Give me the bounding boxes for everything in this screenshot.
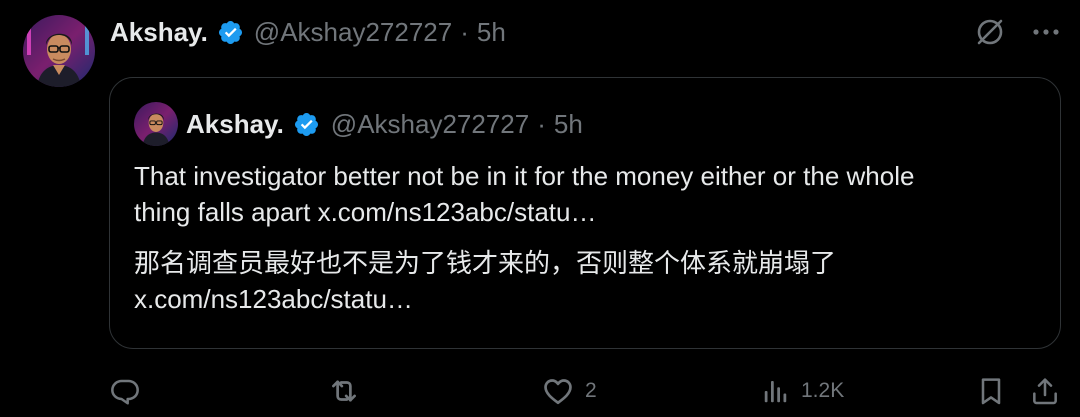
quoted-author-handle: @Akshay272727: [330, 108, 530, 139]
views-count: 1.2K: [801, 379, 845, 402]
share-icon: [1033, 378, 1057, 405]
timestamp[interactable]: 5h: [477, 17, 506, 48]
retweet-icon: [332, 380, 356, 402]
author-handle[interactable]: @Akshay272727: [254, 17, 452, 48]
verified-badge-icon[interactable]: [217, 19, 244, 46]
author-name[interactable]: Akshay.: [110, 17, 208, 48]
bookmark-button[interactable]: [975, 371, 1007, 411]
share-button[interactable]: [1029, 371, 1061, 411]
reply-button[interactable]: [109, 371, 151, 411]
quoted-text-paragraph: That investigator better not be in it fo…: [134, 158, 1034, 230]
quoted-tweet-header: Akshay. @Akshay272727 · 5h: [134, 102, 583, 146]
verified-badge-icon: [293, 111, 320, 138]
quoted-author-avatar: [134, 102, 178, 146]
bookmark-icon: [981, 378, 1001, 405]
retweet-button[interactable]: [327, 371, 371, 411]
views-icon: [764, 381, 787, 403]
translated-text-paragraph: 那名调查员最好也不是为了钱才来的，否则整个体系就崩塌了 x.com/ns123a…: [134, 245, 1034, 317]
author-avatar[interactable]: [23, 15, 95, 87]
translated-text: 那名调查员最好也不是为了钱才来的，否则整个体系就崩塌了: [134, 248, 837, 278]
tweet-top-actions: [974, 16, 1060, 48]
tweet-action-bar: 2 1.2K: [109, 371, 1061, 411]
avatar-image: [23, 15, 95, 87]
more-dots-icon[interactable]: [1032, 27, 1060, 37]
separator-dot: ·: [460, 16, 469, 47]
heart-icon: [544, 379, 572, 405]
like-count: 2: [585, 379, 597, 402]
tweet: Akshay. @Akshay272727 · 5h Akshay. @Aksh…: [0, 0, 1080, 417]
tweet-header: Akshay. @Akshay272727 · 5h: [110, 13, 506, 51]
like-button[interactable]: 2: [541, 371, 597, 411]
grok-icon[interactable]: [974, 16, 1006, 48]
quoted-timestamp: 5h: [553, 108, 583, 139]
quoted-text-line: thing falls apart: [134, 197, 318, 227]
quoted-tweet-card[interactable]: Akshay. @Akshay272727 · 5h That investig…: [109, 77, 1061, 349]
quoted-author-name: Akshay.: [186, 108, 284, 139]
quoted-link[interactable]: x.com/ns123abc/statu…: [318, 197, 597, 227]
separator-dot: ·: [537, 108, 546, 139]
translated-link[interactable]: x.com/ns123abc/statu…: [134, 284, 413, 314]
views-button[interactable]: 1.2K: [761, 371, 844, 411]
reply-icon: [111, 379, 139, 405]
quoted-tweet-text: That investigator better not be in it fo…: [134, 158, 1034, 317]
quoted-text-line: That investigator better not be in it fo…: [134, 161, 915, 191]
